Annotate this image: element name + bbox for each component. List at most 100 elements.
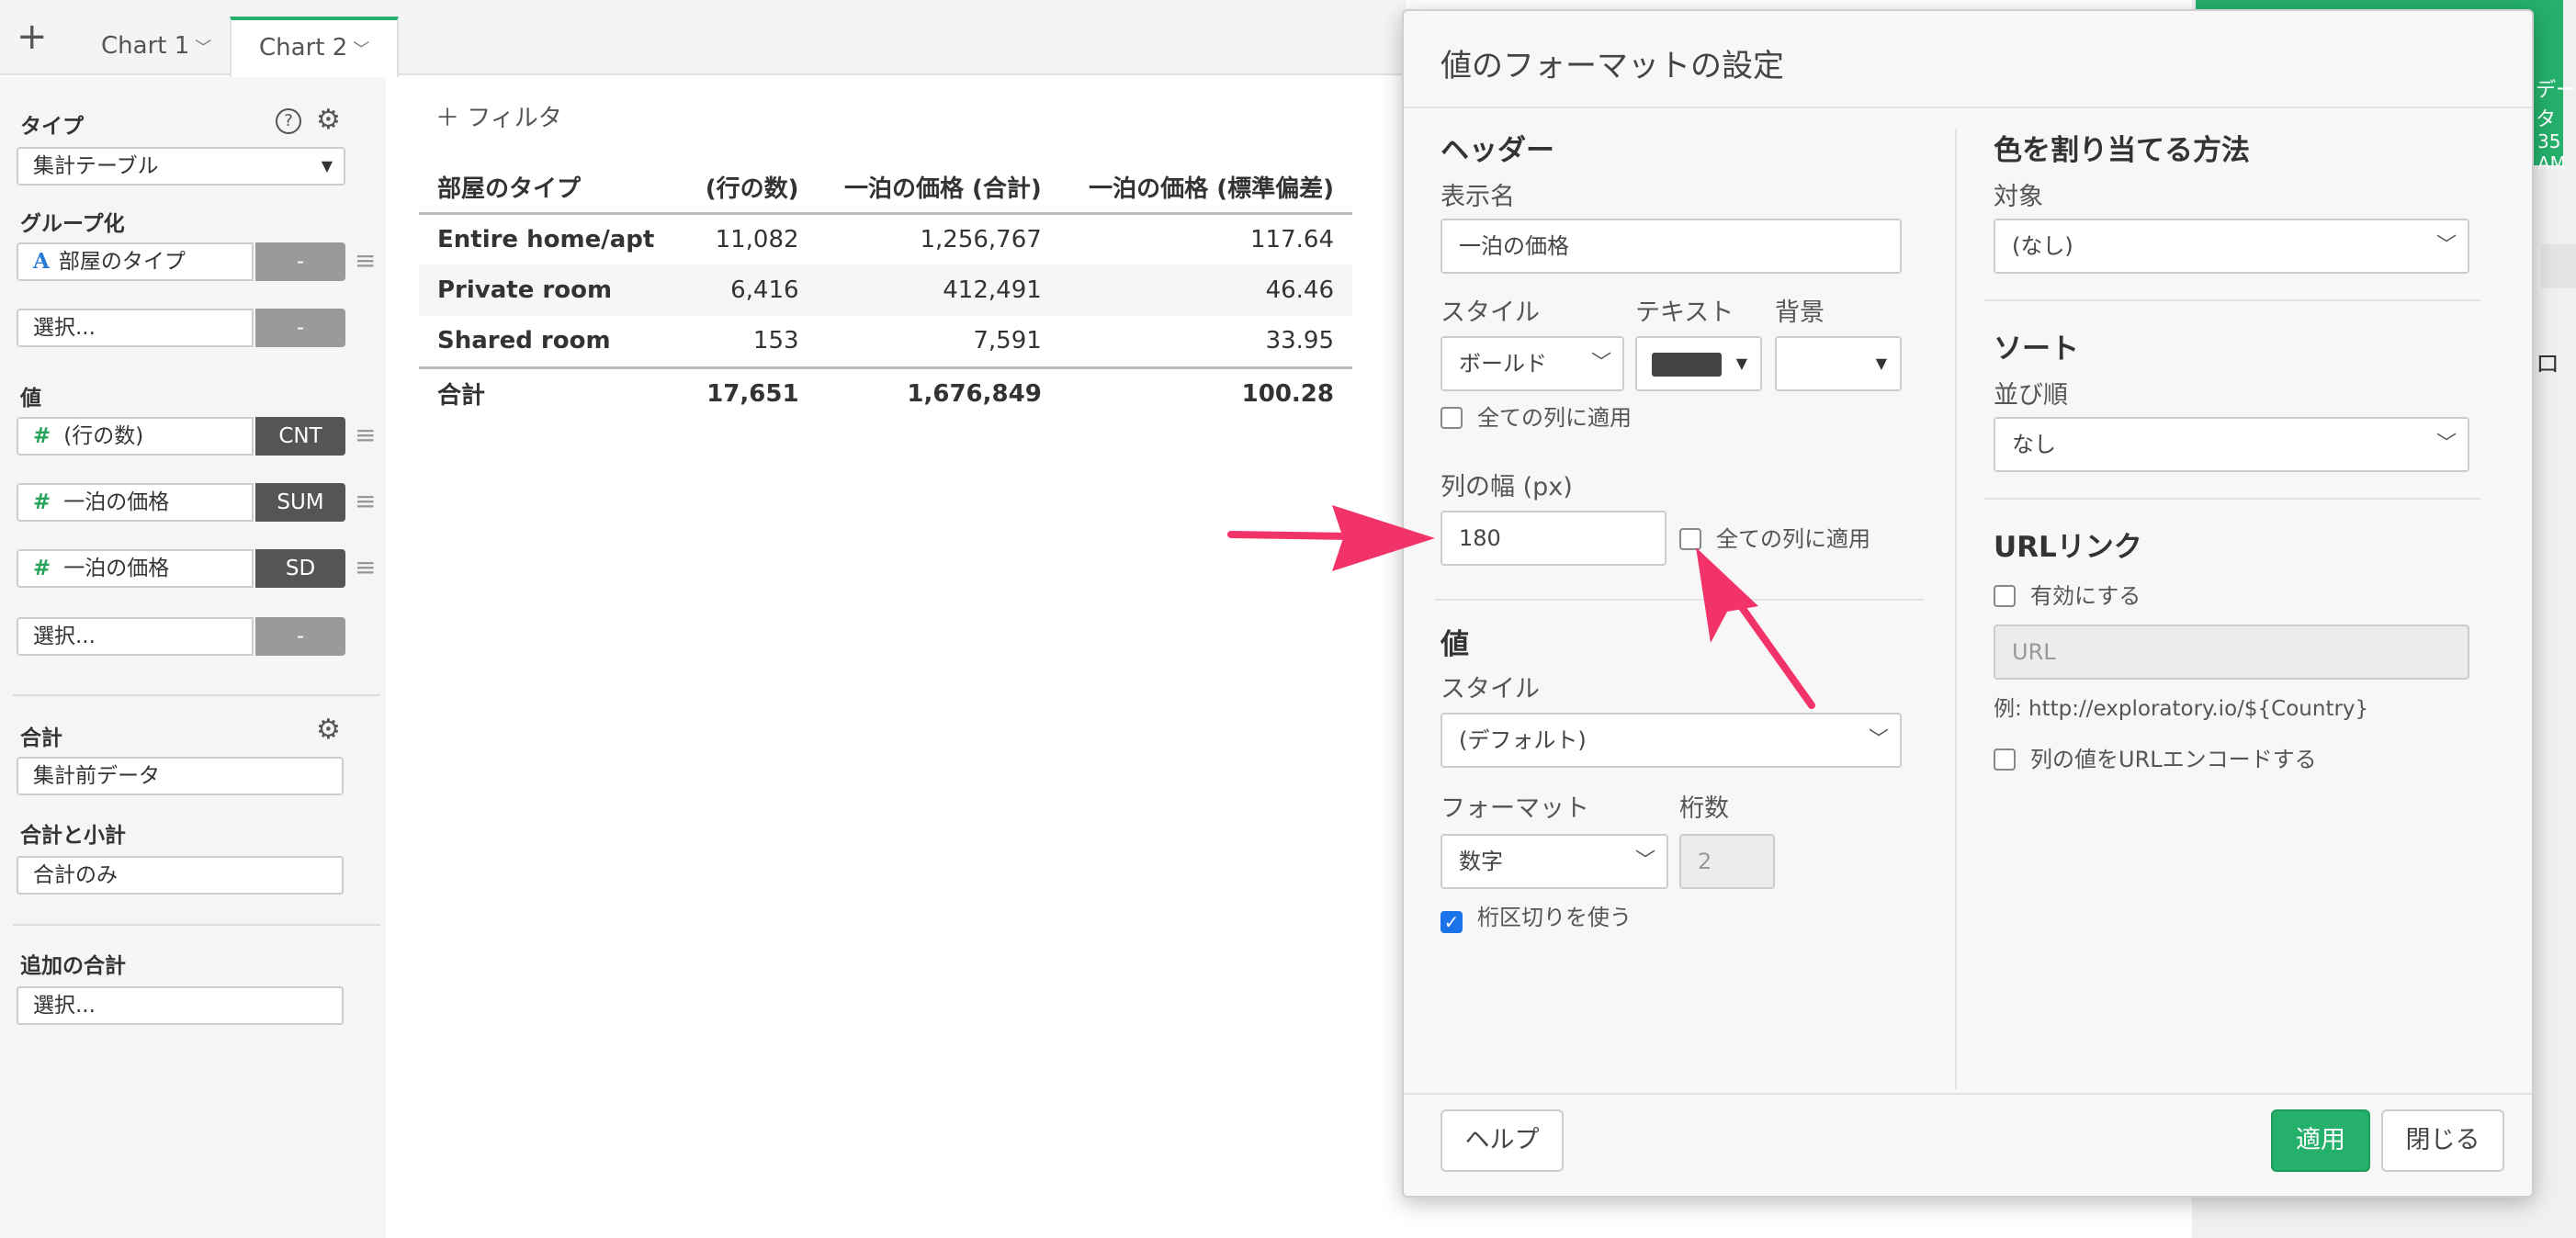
table-cell: 33.95 bbox=[1265, 327, 1334, 355]
tab-chart-1[interactable]: Chart 1 ﹀ bbox=[73, 0, 239, 75]
add-tab-button[interactable]: + bbox=[17, 18, 48, 55]
header-style-select[interactable]: ボールド ﹀ bbox=[1441, 336, 1624, 391]
background-color-picker[interactable]: ▼ bbox=[1775, 336, 1902, 391]
value-select-agg-button[interactable]: - bbox=[255, 617, 345, 656]
column-width-input[interactable]: 180 bbox=[1441, 511, 1666, 566]
table-cell: 合計 bbox=[419, 366, 683, 419]
column-header[interactable]: 部屋のタイプ bbox=[419, 162, 683, 215]
table-cell: 153 bbox=[752, 327, 799, 355]
help-icon[interactable]: ? bbox=[276, 108, 301, 134]
value-style-select[interactable]: (デフォルト) ﹀ bbox=[1441, 713, 1902, 768]
chevron-down-icon: ﹀ bbox=[195, 39, 212, 58]
drag-handle-icon[interactable]: ≡ bbox=[355, 489, 376, 514]
divider bbox=[1404, 107, 2532, 108]
number-type-icon: # bbox=[33, 557, 51, 580]
value-field[interactable]: # 一泊の価格 bbox=[17, 483, 254, 522]
table-cell: Private room bbox=[419, 264, 683, 316]
close-button[interactable]: 閉じる bbox=[2381, 1109, 2504, 1172]
group-agg-button[interactable]: - bbox=[255, 242, 345, 281]
color-target-select[interactable]: (なし) ﹀ bbox=[1994, 219, 2469, 274]
text-color-label: テキスト bbox=[1635, 298, 1734, 327]
chevron-down-icon: ﹀ bbox=[353, 40, 370, 60]
add-filter-button[interactable]: ＋ フィルタ bbox=[435, 99, 562, 133]
drag-handle-icon[interactable]: ≡ bbox=[355, 248, 376, 274]
value-field[interactable]: # (行の数) bbox=[17, 417, 254, 456]
digits-input[interactable]: 2 bbox=[1679, 834, 1775, 889]
value-field[interactable]: # 一泊の価格 bbox=[17, 549, 254, 588]
background-color-label: 背景 bbox=[1775, 298, 1825, 327]
value-agg-button[interactable]: SUM bbox=[255, 483, 345, 522]
subtotal-select[interactable]: 合計のみ bbox=[17, 856, 344, 895]
url-input[interactable]: URL bbox=[1994, 625, 2469, 680]
column-header[interactable]: 一泊の価格 (合計) bbox=[817, 162, 1060, 215]
url-encode-checkbox[interactable]: 列の値をURLエンコードする bbox=[1994, 746, 2317, 773]
column-header[interactable]: 一泊の価格 (標準偏差) bbox=[1059, 162, 1352, 215]
chart-config-panel: タイプ ? ⚙ 集計テーブル ▼ グループ化 A 部屋のタイプ - ≡ 選択... … bbox=[0, 77, 386, 1238]
table-cell: 46.46 bbox=[1059, 264, 1352, 316]
value-agg-button[interactable]: CNT bbox=[255, 417, 345, 456]
gear-icon[interactable]: ⚙ bbox=[316, 107, 341, 134]
table-cell: 1,256,767 bbox=[920, 225, 1042, 253]
format-value: 数字 bbox=[1459, 849, 1503, 874]
value-label: 値 bbox=[20, 387, 41, 411]
total-select[interactable]: 集計前データ bbox=[17, 757, 344, 795]
value-style-label: スタイル bbox=[1441, 675, 1540, 703]
group-field[interactable]: A 部屋のタイプ bbox=[17, 242, 254, 281]
table-cell: 100.28 bbox=[1059, 366, 1352, 419]
apply-all-style-checkbox[interactable]: 全ての列に適用 bbox=[1441, 404, 1632, 432]
table-cell: 1,676,849 bbox=[817, 366, 1060, 419]
divider bbox=[13, 694, 380, 696]
subtotal-label: 合計と小計 bbox=[20, 824, 126, 848]
help-button[interactable]: ヘルプ bbox=[1441, 1109, 1564, 1172]
display-name-input[interactable]: 一泊の価格 bbox=[1441, 219, 1902, 274]
number-type-icon: # bbox=[33, 424, 51, 448]
chart-type-value: 集計テーブル bbox=[33, 154, 159, 178]
value-field-name: 一泊の価格 bbox=[63, 557, 170, 580]
text-color-picker[interactable]: ▼ bbox=[1635, 336, 1762, 391]
background-text: 35 AM bbox=[2537, 130, 2566, 174]
checkbox-box bbox=[1441, 407, 1463, 429]
checkbox-label: 全ての列に適用 bbox=[1716, 526, 1870, 552]
format-settings-dialog: 値のフォーマットの設定 ヘッダー 表示名 一泊の価格 スタイル テキスト 背景 … bbox=[1402, 9, 2534, 1198]
tab-chart-2[interactable]: Chart 2 ﹀ bbox=[230, 17, 400, 77]
value-select-field[interactable]: 選択... bbox=[17, 617, 254, 656]
background-text: ロ bbox=[2536, 351, 2560, 378]
group-select-agg-button[interactable]: - bbox=[255, 309, 345, 347]
table-header-row: 部屋のタイプ (行の数) 一泊の価格 (合計) 一泊の価格 (標準偏差) bbox=[419, 162, 1352, 215]
checkbox-box bbox=[1994, 585, 2016, 607]
background-block bbox=[2541, 244, 2576, 288]
value-style-value: (デフォルト) bbox=[1459, 727, 1587, 753]
chevron-down-icon: ﹀ bbox=[1868, 728, 1889, 751]
column-header[interactable]: (行の数) bbox=[682, 162, 818, 215]
caret-down-icon: ▼ bbox=[1875, 355, 1887, 372]
format-select[interactable]: 数字 ﹀ bbox=[1441, 834, 1668, 889]
drag-handle-icon[interactable]: ≡ bbox=[355, 555, 376, 580]
text-type-icon: A bbox=[33, 249, 50, 274]
drag-handle-icon[interactable]: ≡ bbox=[355, 422, 376, 448]
divider bbox=[13, 924, 380, 926]
table-cell: 412,491 bbox=[817, 264, 1060, 316]
apply-all-width-checkbox[interactable]: 全ての列に適用 bbox=[1679, 525, 1870, 553]
group-select-field[interactable]: 選択... bbox=[17, 309, 254, 347]
chevron-down-icon: ﹀ bbox=[1634, 850, 1655, 872]
value-agg-button[interactable]: SD bbox=[255, 549, 345, 588]
dialog-title: 値のフォーマットの設定 bbox=[1441, 48, 1784, 84]
group-label: グループ化 bbox=[20, 212, 125, 236]
gear-icon[interactable]: ⚙ bbox=[316, 716, 341, 744]
divider bbox=[1435, 599, 1924, 601]
sort-order-select[interactable]: なし ﹀ bbox=[1994, 417, 2469, 472]
value-field-name: 一泊の価格 bbox=[63, 490, 170, 514]
thousands-separator-checkbox[interactable]: ✓ 桁区切りを使う bbox=[1441, 904, 1632, 933]
chart-type-select[interactable]: 集計テーブル ▼ bbox=[17, 147, 345, 186]
checkbox-label: 全ての列に適用 bbox=[1477, 405, 1632, 431]
sort-order-value: なし bbox=[2012, 432, 2056, 457]
table-cell: 6,416 bbox=[682, 264, 818, 316]
extra-total-select[interactable]: 選択... bbox=[17, 986, 344, 1025]
style-label: スタイル bbox=[1441, 298, 1540, 327]
chevron-down-icon: ﹀ bbox=[1590, 352, 1611, 375]
enable-url-checkbox[interactable]: 有効にする bbox=[1994, 582, 2141, 610]
background-text: データ bbox=[2536, 79, 2576, 131]
header-section-title: ヘッダー bbox=[1441, 134, 1554, 167]
apply-button[interactable]: 適用 bbox=[2271, 1109, 2370, 1172]
checkbox-label: 列の値をURLエンコードする bbox=[2030, 747, 2317, 772]
